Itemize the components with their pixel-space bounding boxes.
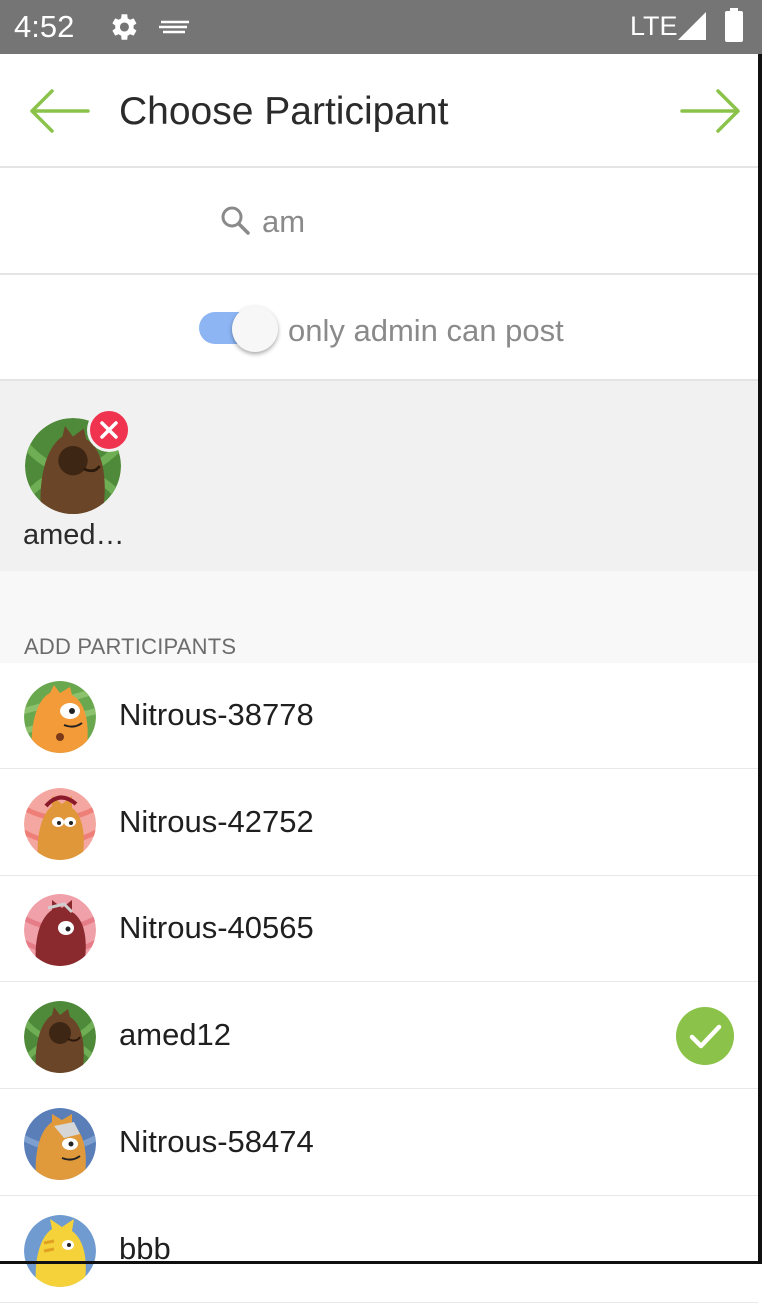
toggle-label: only admin can post <box>288 313 564 348</box>
signal-icon <box>678 12 706 40</box>
search-input[interactable] <box>262 200 622 244</box>
participant-name: amed12 <box>119 1017 232 1052</box>
toggle-thumb[interactable] <box>232 306 278 352</box>
search-icon <box>221 206 250 235</box>
participant-avatar <box>24 1108 96 1180</box>
participant-avatar <box>24 1001 96 1073</box>
participant-row[interactable]: Nitrous-42752 <box>0 770 758 876</box>
remove-participant-button[interactable] <box>87 408 131 452</box>
selected-participant-label: amed… <box>23 519 125 551</box>
participant-name: Nitrous-40565 <box>119 910 314 945</box>
participant-row[interactable]: amed12 <box>0 983 758 1089</box>
check-circle-icon <box>676 1007 734 1065</box>
cat-avatar-orange-green-icon <box>24 681 96 753</box>
participant-avatar <box>24 681 96 753</box>
settings-gear-icon <box>112 14 137 40</box>
cat-avatar-brown-green-icon <box>24 1001 96 1073</box>
arrow-right-icon[interactable] <box>680 89 742 133</box>
participant-row[interactable]: Nitrous-38778 <box>0 663 758 769</box>
participant-row[interactable]: Nitrous-58474 <box>0 1090 758 1196</box>
page-title: Choose Participant <box>119 90 449 133</box>
arrow-left-icon[interactable] <box>28 89 90 133</box>
close-icon <box>100 421 118 439</box>
participant-row[interactable]: bbb <box>0 1197 758 1303</box>
status-time: 4:52 <box>14 9 75 44</box>
participant-avatar <box>24 788 96 860</box>
section-header: ADD PARTICIPANTS <box>24 634 237 659</box>
network-type: LTE <box>630 11 678 41</box>
participant-avatar <box>24 1215 96 1287</box>
notification-icon <box>159 20 189 34</box>
participant-name: Nitrous-58474 <box>119 1124 314 1159</box>
screen-edge <box>758 54 762 1264</box>
status-bar: 4:52 LTE <box>0 0 762 54</box>
participant-name: Nitrous-38778 <box>119 697 314 732</box>
app-bar: Choose Participant <box>0 54 758 168</box>
participant-name: Nitrous-42752 <box>119 804 314 839</box>
cat-avatar-orange-blue-icon <box>24 1108 96 1180</box>
battery-icon <box>725 8 743 42</box>
participant-avatar <box>24 894 96 966</box>
cat-avatar-maroon-pink-icon <box>24 894 96 966</box>
participant-row[interactable]: Nitrous-40565 <box>0 876 758 982</box>
cat-avatar-orange-pink-icon <box>24 788 96 860</box>
cat-avatar-yellow-blue-icon <box>24 1215 96 1287</box>
